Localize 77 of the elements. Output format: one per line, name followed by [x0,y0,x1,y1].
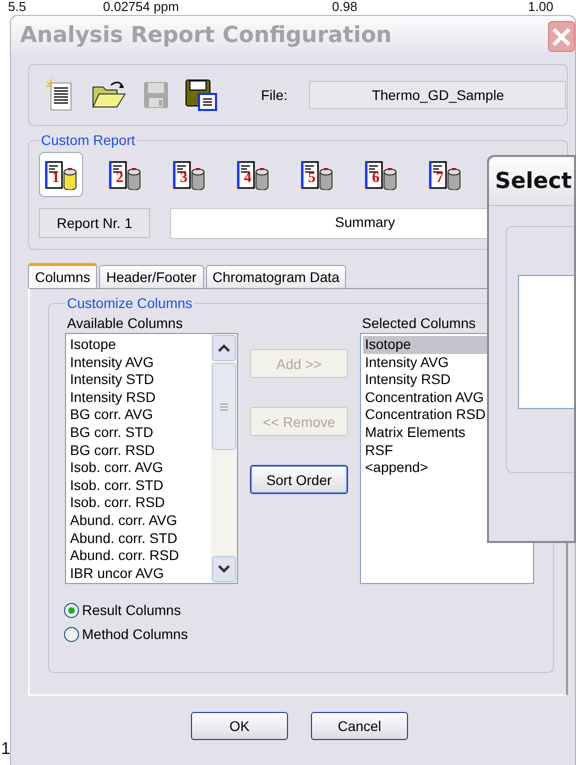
report-number: 3 [180,171,188,186]
list-item[interactable]: Isotope [70,336,211,354]
chevron-down-icon [218,565,230,573]
list-item[interactable]: IBR uncor AVG [70,564,211,582]
report-number: 5 [308,171,316,186]
window-title: Select [495,168,572,194]
dialog-button[interactable]: Cancel [311,712,408,740]
cylinder-icon [319,168,333,190]
report-number: 7 [436,171,444,186]
report-button[interactable]: 6 [359,152,403,197]
report-button[interactable]: 5 [295,152,339,197]
file-name-field: Thermo_GD_Sample [309,81,566,109]
cylinder-icon [447,168,461,190]
report-document-icon [237,160,255,188]
table-cell: 0.98 [332,0,358,14]
list-item[interactable]: Isob. corr. RSD [70,494,211,512]
list-action-button[interactable]: Sort Order [250,465,348,494]
grip-icon [220,402,228,410]
tab[interactable]: Header/Footer [99,265,204,288]
tab[interactable]: Columns [28,263,98,288]
report-document-icon [45,160,63,188]
floppy-disk-document-icon[interactable] [185,79,217,111]
report-number: 1 [52,171,60,186]
list-item[interactable]: Abund. corr. AVG [70,512,211,530]
list-label: Available Columns [67,315,184,333]
scrollbar[interactable] [211,334,237,583]
table-cell: 5.5 [8,0,26,14]
tab[interactable]: Chromatogram Data [206,265,346,288]
list-item[interactable]: BG corr. STD [70,424,211,442]
report-document-icon [365,160,383,188]
list-item[interactable]: Abund. corr. RSD [70,547,211,565]
row-number: 1 [1,739,10,759]
dialog-button[interactable]: OK [191,712,288,740]
radio-button[interactable] [64,602,79,618]
radio-label: Result Columns [82,602,181,618]
table-cell: 0.02754 ppm [103,0,179,14]
radio-button[interactable] [64,626,79,642]
list-item[interactable]: Abund. corr. STD [70,530,211,548]
report-document-icon [109,160,127,188]
group-label: Custom Report [40,132,136,148]
close-button[interactable] [548,21,575,52]
report-button[interactable]: 4 [231,152,275,197]
report-number: 2 [116,171,124,186]
cylinder-icon [383,168,397,190]
chevron-up-icon [218,344,230,352]
cylinder-icon [127,168,141,190]
report-number: 6 [372,171,380,186]
table-cell: 1.00 [528,0,554,14]
scroll-thumb[interactable] [212,363,236,450]
list-item[interactable]: Isob. corr. AVG [70,459,211,477]
report-document-icon [429,160,447,188]
file-label: File: [261,87,288,103]
report-number-field: Report Nr. 1 [39,208,150,238]
window-title: Analysis Report Configuration [20,22,392,48]
report-number: 4 [244,171,252,186]
available-columns-list[interactable] [65,333,238,584]
report-button[interactable]: 2 [103,152,147,197]
report-button[interactable]: 3 [167,152,211,197]
report-button[interactable]: 1 [39,152,83,197]
list-item[interactable]: Intensity AVG [70,354,211,372]
list-item[interactable]: BG corr. RSD [70,442,211,460]
cylinder-icon [191,168,205,190]
cylinder-icon [255,168,269,190]
list-item[interactable]: BG corr. AVG [70,406,211,424]
list-label: Selected Columns [362,315,477,333]
report-document-icon [173,160,191,188]
radio-label: Method Columns [82,626,188,642]
report-button[interactable]: 7 [423,152,467,197]
scroll-down-button[interactable] [212,556,236,582]
list-item[interactable]: Intensity RSD [70,388,211,406]
list-item[interactable]: Isob. corr. STD [70,476,211,494]
list-box[interactable] [518,275,574,409]
report-document-icon [301,160,319,188]
cylinder-icon [63,168,77,190]
scroll-up-button[interactable] [212,335,236,361]
group-label: Customize Columns [66,295,194,311]
list-item[interactable]: Intensity STD [70,371,211,389]
